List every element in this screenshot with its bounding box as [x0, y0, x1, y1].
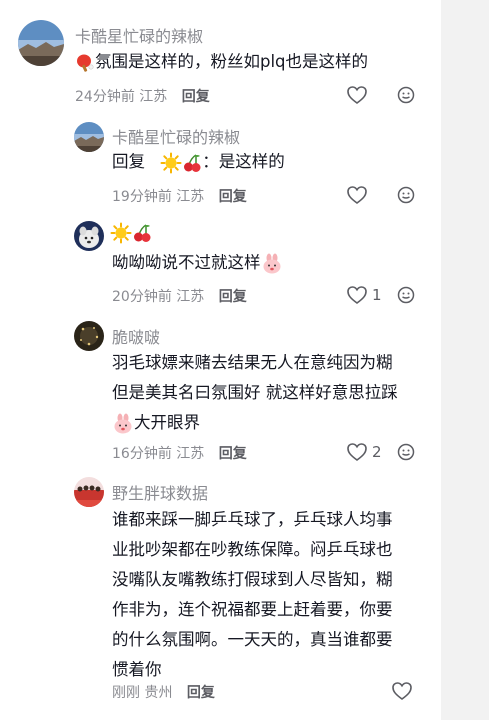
avatar-image: [74, 122, 104, 152]
bunny-emoji-icon: [263, 253, 280, 273]
username[interactable]: 卡酷星忙碌的辣椒: [112, 124, 240, 148]
avatar[interactable]: [74, 321, 104, 351]
heart-icon: [347, 286, 367, 304]
avatar-image: [74, 477, 104, 507]
heart-icon: [347, 443, 367, 461]
comment-time: 16分钟前: [112, 446, 172, 462]
emoji-reaction-icon[interactable]: [397, 443, 415, 461]
bunny-emoji-icon: [114, 413, 132, 433]
username[interactable]: 野生胖球数据: [112, 480, 208, 504]
heart-icon[interactable]: [391, 681, 413, 701]
avatar-image: [74, 221, 104, 251]
right-side-strip: [441, 0, 489, 720]
emoji-reaction-icon[interactable]: [397, 86, 415, 104]
comment-item: 呦呦呦说不过就这样 20分钟前 江苏 回复 1: [0, 212, 441, 312]
heart-icon[interactable]: [346, 85, 368, 105]
comment-time: 刚刚: [112, 685, 140, 701]
comment-meta: 刚刚 贵州 回复: [112, 682, 215, 702]
comment-text-line: 业批吵架都在吵教练保障。闷乒乓球也: [112, 540, 393, 559]
username[interactable]: 脆啵啵: [112, 324, 160, 348]
reply-button[interactable]: 回复: [219, 446, 247, 462]
comment-actions: [346, 85, 368, 105]
like-button[interactable]: 2: [346, 442, 382, 462]
comment-text: 谁都来踩一脚乒乓球了，乒乓球人均事 业批吵架都在吵教练保障。闷乒乓球也 没嘴队友…: [112, 505, 393, 685]
comment-text-line-with-emoji: 大开眼界: [112, 408, 398, 438]
avatar[interactable]: [74, 221, 104, 251]
comment-time: 19分钟前: [112, 189, 172, 205]
comment-location: 江苏: [139, 89, 168, 105]
comment-text: 呦呦呦说不过就这样: [112, 248, 283, 278]
comment-text: 羽毛球嫖来赌去结果无人在意纯因为糊 但是美其名曰氛围好 就这样好意思拉踩 大开眼…: [112, 348, 398, 438]
comment-actions: [346, 185, 368, 205]
comment-location: 江苏: [176, 189, 205, 205]
sun-icon: [160, 152, 182, 173]
emoji-reaction-icon[interactable]: [397, 186, 415, 204]
comment-time: 24分钟前: [75, 89, 135, 105]
avatar[interactable]: [74, 477, 104, 507]
comment-text-line: 惯着你: [112, 660, 162, 679]
like-count: 1: [372, 286, 382, 304]
sun-icon: [110, 222, 132, 244]
username-emoji[interactable]: [110, 222, 152, 244]
comment-item: 脆啵啵 羽毛球嫖来赌去结果无人在意纯因为糊 但是美其名曰氛围好 就这样好意思拉踩…: [0, 312, 441, 470]
ping-pong-icon: [77, 54, 94, 72]
comment-actions: [391, 681, 413, 701]
avatar-image: [74, 321, 104, 351]
comment-meta: 16分钟前 江苏 回复: [112, 443, 247, 463]
reply-button[interactable]: 回复: [219, 189, 247, 205]
cherry-icon: [134, 224, 151, 242]
reply-prefix: 回复: [112, 152, 145, 171]
reply-button[interactable]: 回复: [182, 89, 210, 105]
comment-text: 回复 ：是这样的: [112, 147, 285, 177]
comment-text-line: 的什么氛围啊。一天天的，真当谁都要: [112, 630, 393, 649]
comment-text-line: 作非为，连个祝福都要上赶着要，你要: [112, 600, 393, 619]
comment-location: 贵州: [144, 685, 173, 701]
comment-item: 野生胖球数据 谁都来踩一脚乒乓球了，乒乓球人均事 业批吵架都在吵教练保障。闷乒乓…: [0, 470, 441, 720]
comment-text: 氛围是这样的，粉丝如plq也是这样的: [75, 47, 368, 77]
reply-button[interactable]: 回复: [187, 685, 215, 701]
comment-text-line: 大开眼界: [134, 413, 200, 432]
comment-meta: 24分钟前 江苏 回复: [75, 86, 210, 106]
comment-text-line: 谁都来踩一脚乒乓球了，乒乓球人均事: [112, 510, 393, 529]
avatar[interactable]: [18, 20, 64, 66]
reply-button[interactable]: 回复: [219, 289, 247, 305]
comment-time: 20分钟前: [112, 289, 172, 305]
comment-text-body: 氛围是这样的，粉丝如plq也是这样的: [95, 52, 369, 71]
like-button[interactable]: 1: [346, 285, 382, 305]
comment-meta: 20分钟前 江苏 回复: [112, 286, 247, 306]
cherry-icon: [184, 153, 201, 172]
comment-text-body: ：是这样的: [202, 152, 285, 171]
heart-icon[interactable]: [346, 185, 368, 205]
avatar-image: [18, 20, 64, 66]
comment-text-line: 但是美其名曰氛围好 就这样好意思拉踩: [112, 383, 398, 402]
emoji-reaction-icon[interactable]: [397, 286, 415, 304]
comment-actions: 1: [346, 285, 382, 305]
avatar[interactable]: [74, 122, 104, 152]
comment-text-line: 没嘴队友嘴教练打假球到人尽皆知，糊: [112, 570, 393, 589]
like-count: 2: [372, 443, 382, 461]
comment-location: 江苏: [176, 289, 205, 305]
comment-location: 江苏: [176, 446, 205, 462]
comment-text-line: 羽毛球嫖来赌去结果无人在意纯因为糊: [112, 353, 393, 372]
comment-actions: 2: [346, 442, 382, 462]
comment-text-body: 呦呦呦说不过就这样: [112, 253, 261, 272]
comment-item: 卡酷星忙碌的辣椒 回复 ：是这样的 19分钟前 江苏 回复: [0, 112, 441, 212]
comment-item: 卡酷星忙碌的辣椒 氛围是这样的，粉丝如plq也是这样的 24分钟前 江苏 回复: [0, 0, 441, 112]
username[interactable]: 卡酷星忙碌的辣椒: [75, 23, 203, 47]
comment-meta: 19分钟前 江苏 回复: [112, 186, 247, 206]
